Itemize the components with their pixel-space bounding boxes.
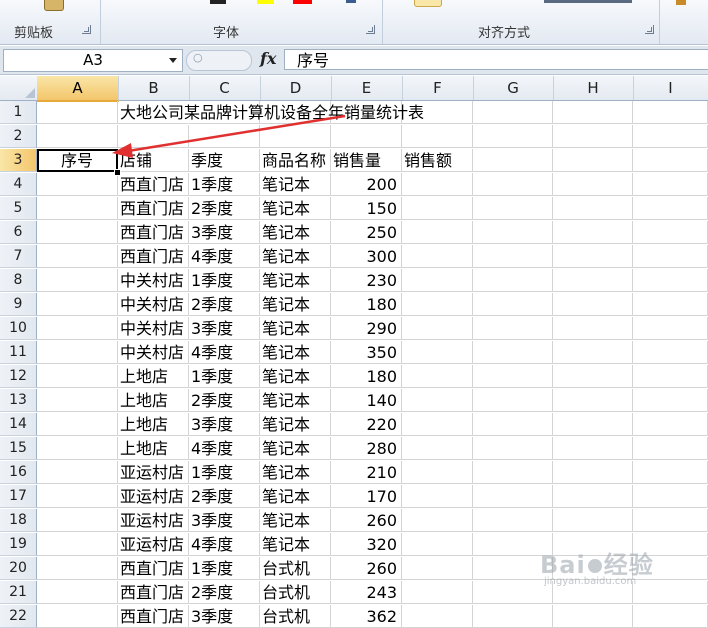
annotation-arrow [112, 114, 346, 158]
watermark-logo-right: 经验 [603, 551, 654, 579]
annotation-arrow-head [112, 143, 133, 158]
paw-icon [587, 559, 602, 573]
baidu-jingyan-watermark: Bai 经验 jingyan.baidu.com [540, 545, 654, 587]
annotation-arrow-line [127, 114, 346, 153]
watermark-logo-left: Bai [540, 551, 586, 579]
